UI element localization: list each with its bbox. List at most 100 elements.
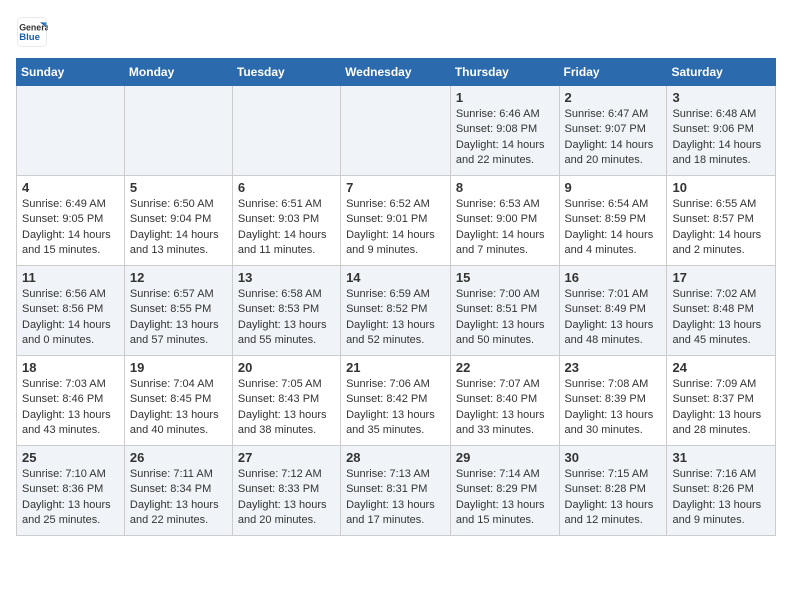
day-info: Sunrise: 6:46 AM Sunset: 9:08 PM Dayligh…	[456, 107, 554, 169]
day-number: 7	[346, 180, 445, 195]
calendar-cell: 16 Sunrise: 7:01 AM Sunset: 8:49 PM Dayli…	[559, 266, 667, 356]
calendar-cell: 3Sunrise: 6:48 AM Sunset: 9:06 PM Daylig…	[667, 86, 776, 176]
day-info: Sunrise: 7:05 AM Sunset: 8:43 PM Dayligh…	[238, 377, 335, 439]
day-info: Sunrise: 7:13 AM Sunset: 8:31 PM Dayligh…	[346, 467, 445, 529]
calendar-cell	[232, 86, 340, 176]
day-info: Sunrise: 7:03 AM Sunset: 8:46 PM Dayligh…	[22, 377, 119, 439]
day-number: 6	[238, 180, 335, 195]
week-row-3: 11 Sunrise: 6:56 AM Sunset: 8:56 PM Dayli…	[17, 266, 776, 356]
day-info: Sunrise: 6:47 AM Sunset: 9:07 PM Dayligh…	[565, 107, 662, 169]
calendar-cell: 14 Sunrise: 6:59 AM Sunset: 8:52 PM Dayli…	[341, 266, 451, 356]
calendar-cell: 20 Sunrise: 7:05 AM Sunset: 8:43 PM Dayli…	[232, 356, 340, 446]
day-number: 30	[565, 450, 662, 465]
day-info: Sunrise: 6:59 AM Sunset: 8:52 PM Dayligh…	[346, 287, 445, 349]
day-info: Sunrise: 7:11 AM Sunset: 8:34 PM Dayligh…	[130, 467, 227, 529]
day-number: 31	[672, 450, 770, 465]
calendar-cell: 29Sunrise: 7:14 AM Sunset: 8:29 PM Dayli…	[450, 446, 559, 536]
calendar-cell: 1 Sunrise: 6:46 AM Sunset: 9:08 PM Daylig…	[450, 86, 559, 176]
day-info: Sunrise: 7:12 AM Sunset: 8:33 PM Dayligh…	[238, 467, 335, 529]
day-info: Sunrise: 6:54 AM Sunset: 8:59 PM Dayligh…	[565, 197, 662, 259]
day-info: Sunrise: 7:15 AM Sunset: 8:28 PM Dayligh…	[565, 467, 662, 529]
day-number: 28	[346, 450, 445, 465]
logo: General Blue	[16, 16, 52, 48]
calendar-cell: 24 Sunrise: 7:09 AM Sunset: 8:37 PM Dayli…	[667, 356, 776, 446]
calendar-cell	[341, 86, 451, 176]
day-number: 22	[456, 360, 554, 375]
header-day-tuesday: Tuesday	[232, 59, 340, 86]
day-info: Sunrise: 7:09 AM Sunset: 8:37 PM Dayligh…	[672, 377, 770, 439]
day-info: Sunrise: 7:10 AM Sunset: 8:36 PM Dayligh…	[22, 467, 119, 529]
calendar-cell: 18 Sunrise: 7:03 AM Sunset: 8:46 PM Dayli…	[17, 356, 125, 446]
day-number: 19	[130, 360, 227, 375]
day-info: Sunrise: 6:50 AM Sunset: 9:04 PM Dayligh…	[130, 197, 227, 259]
day-number: 4	[22, 180, 119, 195]
day-number: 2	[565, 90, 662, 105]
header-row: SundayMondayTuesdayWednesdayThursdayFrid…	[17, 59, 776, 86]
calendar-cell: 12 Sunrise: 6:57 AM Sunset: 8:55 PM Dayli…	[124, 266, 232, 356]
day-number: 14	[346, 270, 445, 285]
day-number: 17	[672, 270, 770, 285]
calendar-header: SundayMondayTuesdayWednesdayThursdayFrid…	[17, 59, 776, 86]
day-number: 23	[565, 360, 662, 375]
calendar-cell: 21Sunrise: 7:06 AM Sunset: 8:42 PM Dayli…	[341, 356, 451, 446]
day-number: 1	[456, 90, 554, 105]
calendar-body: 1 Sunrise: 6:46 AM Sunset: 9:08 PM Daylig…	[17, 86, 776, 536]
day-number: 5	[130, 180, 227, 195]
day-info: Sunrise: 6:55 AM Sunset: 8:57 PM Dayligh…	[672, 197, 770, 259]
day-number: 16	[565, 270, 662, 285]
calendar-table: SundayMondayTuesdayWednesdayThursdayFrid…	[16, 58, 776, 536]
day-number: 15	[456, 270, 554, 285]
day-info: Sunrise: 6:51 AM Sunset: 9:03 PM Dayligh…	[238, 197, 335, 259]
day-info: Sunrise: 6:57 AM Sunset: 8:55 PM Dayligh…	[130, 287, 227, 349]
calendar-cell: 8 Sunrise: 6:53 AM Sunset: 9:00 PM Daylig…	[450, 176, 559, 266]
day-number: 26	[130, 450, 227, 465]
day-info: Sunrise: 6:52 AM Sunset: 9:01 PM Dayligh…	[346, 197, 445, 259]
day-number: 12	[130, 270, 227, 285]
day-info: Sunrise: 7:16 AM Sunset: 8:26 PM Dayligh…	[672, 467, 770, 529]
calendar-cell: 10Sunrise: 6:55 AM Sunset: 8:57 PM Dayli…	[667, 176, 776, 266]
calendar-cell: 23 Sunrise: 7:08 AM Sunset: 8:39 PM Dayli…	[559, 356, 667, 446]
calendar-cell: 30 Sunrise: 7:15 AM Sunset: 8:28 PM Dayli…	[559, 446, 667, 536]
day-info: Sunrise: 6:48 AM Sunset: 9:06 PM Dayligh…	[672, 107, 770, 169]
calendar-cell: 5 Sunrise: 6:50 AM Sunset: 9:04 PM Daylig…	[124, 176, 232, 266]
calendar-cell: 17Sunrise: 7:02 AM Sunset: 8:48 PM Dayli…	[667, 266, 776, 356]
day-number: 13	[238, 270, 335, 285]
calendar-cell: 6 Sunrise: 6:51 AM Sunset: 9:03 PM Daylig…	[232, 176, 340, 266]
page-header: General Blue	[16, 16, 776, 48]
day-info: Sunrise: 6:56 AM Sunset: 8:56 PM Dayligh…	[22, 287, 119, 349]
calendar-cell: 22 Sunrise: 7:07 AM Sunset: 8:40 PM Dayli…	[450, 356, 559, 446]
calendar-cell: 31 Sunrise: 7:16 AM Sunset: 8:26 PM Dayli…	[667, 446, 776, 536]
day-info: Sunrise: 7:08 AM Sunset: 8:39 PM Dayligh…	[565, 377, 662, 439]
day-info: Sunrise: 6:58 AM Sunset: 8:53 PM Dayligh…	[238, 287, 335, 349]
week-row-2: 4Sunrise: 6:49 AM Sunset: 9:05 PM Daylig…	[17, 176, 776, 266]
day-info: Sunrise: 7:06 AM Sunset: 8:42 PM Dayligh…	[346, 377, 445, 439]
svg-text:Blue: Blue	[19, 32, 40, 43]
day-number: 9	[565, 180, 662, 195]
calendar-cell: 2 Sunrise: 6:47 AM Sunset: 9:07 PM Daylig…	[559, 86, 667, 176]
day-info: Sunrise: 7:07 AM Sunset: 8:40 PM Dayligh…	[456, 377, 554, 439]
calendar-cell: 25 Sunrise: 7:10 AM Sunset: 8:36 PM Dayli…	[17, 446, 125, 536]
header-day-wednesday: Wednesday	[341, 59, 451, 86]
week-row-4: 18 Sunrise: 7:03 AM Sunset: 8:46 PM Dayli…	[17, 356, 776, 446]
week-row-5: 25 Sunrise: 7:10 AM Sunset: 8:36 PM Dayli…	[17, 446, 776, 536]
day-number: 20	[238, 360, 335, 375]
day-info: Sunrise: 7:00 AM Sunset: 8:51 PM Dayligh…	[456, 287, 554, 349]
header-day-sunday: Sunday	[17, 59, 125, 86]
header-day-friday: Friday	[559, 59, 667, 86]
day-info: Sunrise: 7:01 AM Sunset: 8:49 PM Dayligh…	[565, 287, 662, 349]
calendar-cell: 28 Sunrise: 7:13 AM Sunset: 8:31 PM Dayli…	[341, 446, 451, 536]
day-number: 24	[672, 360, 770, 375]
header-day-saturday: Saturday	[667, 59, 776, 86]
day-number: 11	[22, 270, 119, 285]
calendar-cell	[17, 86, 125, 176]
day-info: Sunrise: 7:04 AM Sunset: 8:45 PM Dayligh…	[130, 377, 227, 439]
day-info: Sunrise: 6:53 AM Sunset: 9:00 PM Dayligh…	[456, 197, 554, 259]
day-number: 8	[456, 180, 554, 195]
header-day-thursday: Thursday	[450, 59, 559, 86]
day-number: 18	[22, 360, 119, 375]
calendar-cell	[124, 86, 232, 176]
calendar-cell: 19 Sunrise: 7:04 AM Sunset: 8:45 PM Dayli…	[124, 356, 232, 446]
week-row-1: 1 Sunrise: 6:46 AM Sunset: 9:08 PM Daylig…	[17, 86, 776, 176]
day-number: 25	[22, 450, 119, 465]
header-day-monday: Monday	[124, 59, 232, 86]
